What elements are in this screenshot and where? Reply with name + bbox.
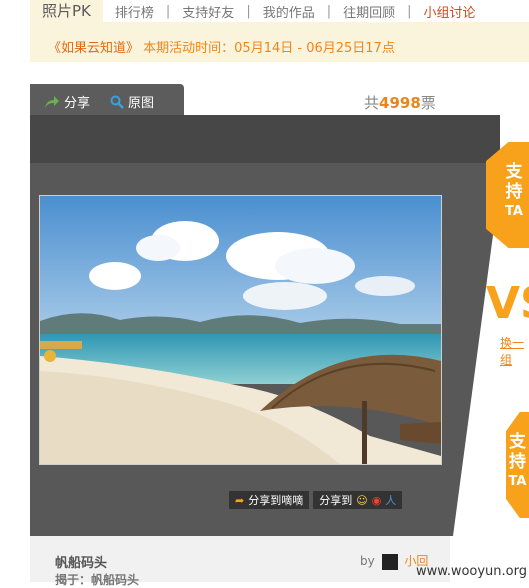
photo-meta: 帆船码头 揭于：帆船码头 by 小回 xyxy=(30,536,450,587)
beach-photo[interactable] xyxy=(39,195,442,465)
support-label-2: 持 xyxy=(509,452,526,472)
tab-my-works[interactable]: 我的作品 xyxy=(251,2,327,21)
original-tab[interactable]: 原图 xyxy=(110,92,154,111)
votes-suffix: 票 xyxy=(420,94,436,112)
share-tab[interactable]: 分享 xyxy=(44,92,90,111)
tab-strip: 排行榜 | 支持好友 | 我的作品 | 往期回顾 | 小组讨论 xyxy=(102,0,529,22)
tab-photo-pk[interactable]: 照片PK xyxy=(30,0,103,22)
vote-count: 共4998票 xyxy=(364,92,436,113)
by-label: by xyxy=(360,554,375,568)
beach-photo-image xyxy=(40,196,441,464)
tab-group-discussion[interactable]: 小组讨论 xyxy=(412,2,488,21)
support-ta-button[interactable]: 支 持 TA xyxy=(486,142,529,248)
photo-tab-header: 分享 原图 xyxy=(30,84,184,116)
support-label-1: 支 xyxy=(509,432,526,452)
activity-name[interactable]: 《如果云知道》 xyxy=(48,41,139,56)
activity-time: 本期活动时间：05月14日 - 06月25日17点 xyxy=(143,41,395,56)
tab-past-review[interactable]: 往期回顾 xyxy=(331,2,407,21)
share-weibo-button[interactable]: ➦ 分享到嘀嘀 xyxy=(229,491,310,509)
support-label-3: TA xyxy=(508,474,527,489)
tab-ranking[interactable]: 排行榜 xyxy=(103,2,166,21)
watermark: www.wooyun.org xyxy=(415,564,527,579)
support-label-2: 持 xyxy=(505,182,523,202)
avatar[interactable] xyxy=(381,553,398,570)
card-header-band xyxy=(30,115,500,163)
top-banner: 照片PK 排行榜 | 支持好友 | 我的作品 | 往期回顾 | 小组讨论 《如果… xyxy=(30,0,529,62)
votes-prefix: 共 xyxy=(364,94,380,112)
original-tab-label: 原图 xyxy=(128,96,155,111)
share-to-label: 分享到 xyxy=(319,494,353,507)
photo-title: 帆船码头 xyxy=(55,556,108,571)
votes-number: 4998 xyxy=(379,94,421,112)
arrow-right-icon: ➦ xyxy=(235,493,245,507)
share-to-group: 分享到 ☺ ◉ 人 xyxy=(313,491,403,509)
switch-group-link[interactable]: 换一组 xyxy=(500,334,529,368)
photo-subtitle: 揭于：帆船码头 xyxy=(55,573,140,587)
share-bar: ➦ 分享到嘀嘀 分享到 ☺ ◉ 人 xyxy=(229,491,403,509)
support-label-3: TA xyxy=(505,204,523,219)
share-weibo-label: 分享到嘀嘀 xyxy=(248,494,304,507)
renren-icon[interactable]: 人 xyxy=(385,492,396,508)
tab-support-friends[interactable]: 支持好友 xyxy=(170,2,246,21)
magnifier-icon xyxy=(110,95,124,109)
support-ta-button-right[interactable]: 支 持 TA xyxy=(506,412,529,518)
vs-label: VS xyxy=(486,278,529,329)
weibo-icon[interactable]: ◉ xyxy=(372,494,382,507)
share-tab-label: 分享 xyxy=(64,96,91,111)
share-icon xyxy=(45,95,59,108)
activity-announcement: 《如果云知道》 本期活动时间：05月14日 - 06月25日17点 xyxy=(48,37,395,56)
tab-bar: 照片PK 排行榜 | 支持好友 | 我的作品 | 往期回顾 | 小组讨论 xyxy=(30,0,529,22)
qq-icon[interactable]: ☺ xyxy=(356,494,367,507)
